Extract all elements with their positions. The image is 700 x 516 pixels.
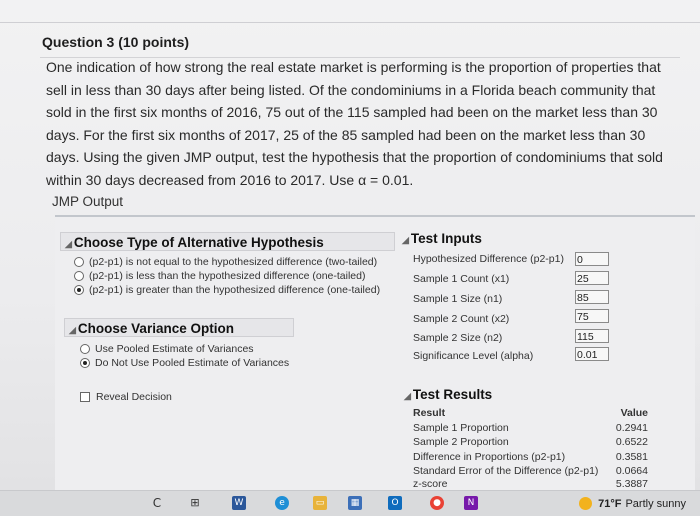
jmp-output-label: JMP Output [52,194,124,209]
radio-selected-icon[interactable] [80,358,90,368]
weather-temperature: 71°F [598,497,622,510]
result-value: 5.3887 [615,478,648,489]
checkbox-icon[interactable] [80,392,90,402]
hypothesized-difference-field[interactable]: 0 [575,252,609,266]
alternative-option-label: (p2-p1) is not equal to the hypothesized… [89,256,378,268]
alternative-option-label: (p2-p1) is less than the hypothesized di… [89,270,366,282]
result-label: Difference in Proportions (p2-p1) [413,451,566,463]
table-row: Difference in Proportions (p2-p1) 0.3581 [413,450,648,464]
alternative-option-label: (p2-p1) is greater than the hypothesized… [89,284,381,296]
table-row: z-score 5.3887 [413,477,648,489]
result-value: 0.6522 [615,436,648,448]
reveal-decision-label: Reveal Decision [96,391,172,403]
results-col-value: Value [620,407,648,419]
alternative-hypothesis-title: Choose Type of Alternative Hypothesis [73,235,324,250]
question-body: One indication of how strong the real es… [46,59,663,188]
result-value: 0.3581 [615,451,648,463]
task-view-icon[interactable]: ⊞ [188,496,202,510]
sample1-size-field[interactable]: 85 [575,290,609,304]
radio-icon[interactable] [74,271,84,281]
question-title: Question 3 (10 points) [42,34,190,50]
result-label: Sample 2 Proportion [413,436,509,448]
alternative-hypothesis-header[interactable]: ◢ Choose Type of Alternative Hypothesis [60,232,395,251]
table-row: Standard Error of the Difference (p2-p1)… [413,464,648,478]
variance-option-label: Do Not Use Pooled Estimate of Variances [95,357,290,369]
test-results-title-text: Test Results [412,387,493,402]
test-results-title[interactable]: ◢ Test Results [404,387,492,402]
word-icon[interactable]: W [232,496,246,510]
result-label: Sample 1 Proportion [413,422,509,434]
result-value: 0.2941 [615,422,648,434]
partly-sunny-icon [579,497,593,510]
result-label: Standard Error of the Difference (p2-p1) [413,465,599,477]
collapse-triangle-icon[interactable]: ◢ [65,239,72,249]
sample1-count-field[interactable]: 25 [575,271,609,285]
results-header-row: Result Value [413,406,648,420]
collapse-triangle-icon[interactable]: ◢ [404,391,411,401]
variance-option-header[interactable]: ◢ Choose Variance Option [64,318,294,337]
weather-widget[interactable]: 71°F Partly sunny [579,497,686,510]
weather-condition: Partly sunny [625,497,686,510]
sample2-count-field[interactable]: 75 [575,309,609,323]
radio-selected-icon[interactable] [74,285,84,295]
significance-level-field[interactable]: 0.01 [575,347,609,361]
search-icon[interactable]: C [150,496,164,510]
result-value: 0.0664 [615,465,648,477]
file-explorer-icon[interactable]: ▭ [313,496,327,510]
sample2-size-field[interactable]: 115 [575,329,609,343]
onenote-icon[interactable]: N [464,496,478,510]
alternative-option-greater[interactable]: (p2-p1) is greater than the hypothesized… [74,284,380,296]
variance-option-title: Choose Variance Option [77,321,234,336]
reveal-decision-checkbox[interactable]: Reveal Decision [80,391,172,403]
alternative-option-two-tailed[interactable]: (p2-p1) is not equal to the hypothesized… [74,256,377,268]
outlook-icon[interactable]: O [388,496,402,510]
table-row: Sample 2 Proportion 0.6522 [413,435,648,449]
collapse-triangle-icon[interactable]: ◢ [69,325,76,335]
variance-option-label: Use Pooled Estimate of Variances [95,343,254,355]
alternative-option-less[interactable]: (p2-p1) is less than the hypothesized di… [74,270,365,282]
top-divider [0,22,700,23]
results-col-result: Result [413,407,446,419]
variance-option-pooled[interactable]: Use Pooled Estimate of Variances [80,343,254,355]
radio-icon[interactable] [74,257,84,267]
radio-icon[interactable] [80,344,90,354]
test-inputs-title[interactable]: ◢ Test Inputs [402,231,482,246]
chrome-icon[interactable]: ● [430,496,444,510]
variance-option-not-pooled[interactable]: Do Not Use Pooled Estimate of Variances [80,357,289,369]
table-row: Sample 1 Proportion 0.2941 [413,421,648,435]
store-icon[interactable]: ▦ [348,496,362,510]
result-label: z-score [413,478,448,489]
edge-icon[interactable]: e [275,496,289,510]
test-inputs-title-text: Test Inputs [410,231,482,246]
collapse-triangle-icon[interactable]: ◢ [402,235,409,245]
